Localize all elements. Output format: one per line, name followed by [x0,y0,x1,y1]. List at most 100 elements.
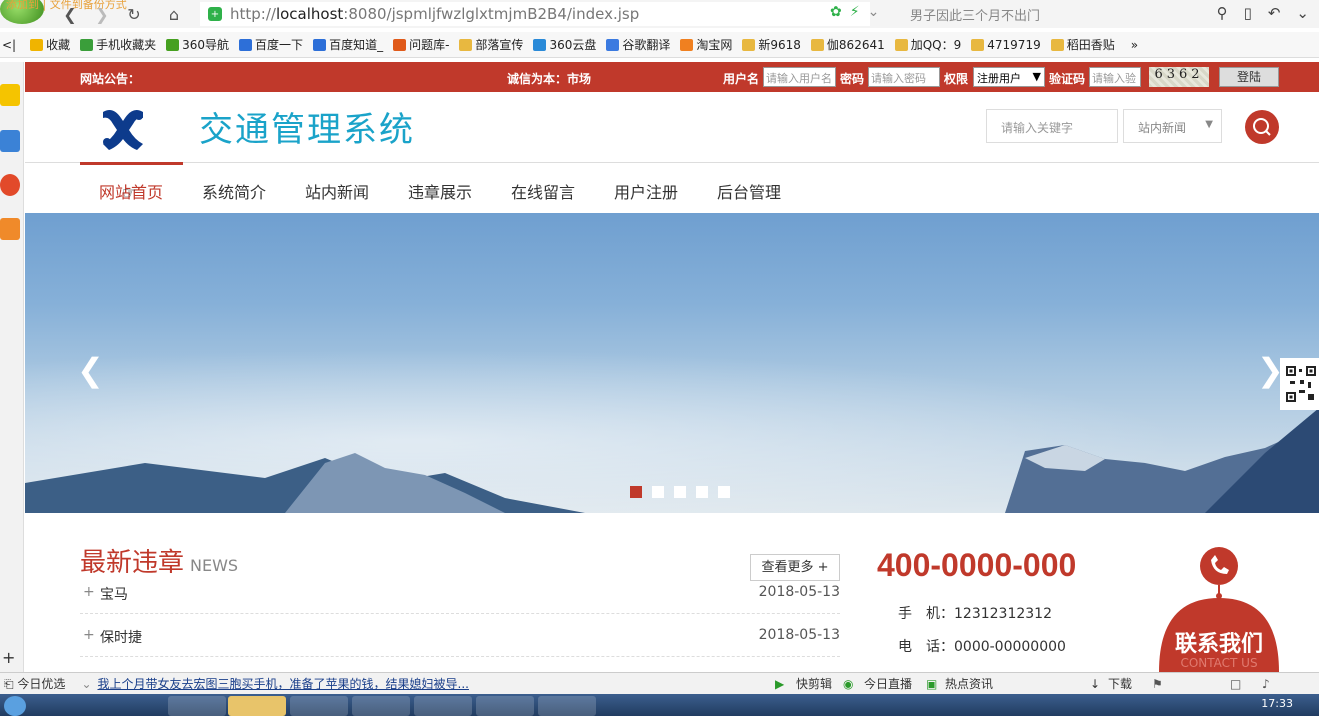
taskbar-app[interactable] [414,696,472,716]
banner-dot[interactable] [718,486,730,498]
web-page: 网站公告： 诚信为本：市场 用户名 请输入用户名 密码 请输入密码 权限 注册用… [25,62,1319,672]
status-item-download[interactable]: 下载 [1108,675,1132,692]
start-button[interactable] [4,696,26,716]
taskbar-app[interactable] [538,696,596,716]
login-button[interactable]: 登陆 [1219,67,1279,87]
refresh-icon[interactable]: ↻ [124,4,144,24]
site-header: 交通管理系统 请输入关键字 站内新闻 ▼ [25,92,1319,163]
video-edit-icon[interactable]: ▶ [775,677,784,691]
contact-us-badge[interactable]: 联系我们 CONTACT US [1159,546,1285,672]
star-icon[interactable] [0,84,20,106]
address-url[interactable]: http://localhost:8080/jspmljfwzlglxtmjmB… [230,5,639,23]
status-item-hot[interactable]: 热点资讯 [945,675,993,692]
nav-item-news[interactable]: 站内新闻 [305,163,369,213]
bookmark-item[interactable]: 淘宝网 [680,36,732,53]
lightning-icon[interactable]: ⚡ [850,4,860,20]
plus-icon: + [83,584,95,600]
banner-dot[interactable] [630,486,642,498]
list-item[interactable]: + 保时捷 2018-05-13 [80,617,840,657]
list-item-date: 2018-05-13 [758,627,840,643]
bookmarks-toggle-icon[interactable]: <| [2,38,16,52]
news-ticker[interactable]: 我上个月带女友去宏图三胞买手机，准备了苹果的钱，结果媳妇被导... [98,675,469,692]
bookmark-item[interactable]: 360云盘 [533,36,596,53]
search-scope-select[interactable]: 站内新闻 ▼ [1123,109,1222,143]
status-item-live[interactable]: 今日直播 [864,675,912,692]
bookmark-item[interactable]: 新9618 [742,36,801,53]
bookmark-item[interactable]: 收藏 [30,36,70,53]
keyword-search-input[interactable]: 请输入关键字 [986,109,1118,143]
contact-badge-title: 联系我们 [1174,632,1263,657]
bookmark-item[interactable]: 360导航 [166,36,229,53]
role-select[interactable]: 注册用户 ▼ [973,67,1045,87]
search-suggestion[interactable]: 男子因此三个月不出门 [910,5,1040,24]
nav-item-intro[interactable]: 系统简介 [202,163,266,213]
banner-dot[interactable] [696,486,708,498]
bookmark-item[interactable]: 百度一下 [239,36,303,53]
banner-dot[interactable] [674,486,686,498]
bookmark-item[interactable]: 加QQ：9 [894,36,961,53]
taskbar-app[interactable] [476,696,534,716]
nav-item-register[interactable]: 用户注册 [614,163,678,213]
plus-icon: + [83,627,95,643]
undo-icon[interactable]: ↶ [1268,4,1281,22]
bookmark-item[interactable]: 稻田香贴 [1050,36,1115,53]
phone-icon[interactable]: ▯ [1244,4,1252,22]
secure-shield-icon: + [208,7,222,21]
weibo-icon[interactable] [0,174,20,196]
back-icon[interactable]: ❮ [60,4,80,24]
chevron-down-icon[interactable]: ⌄ [81,677,91,691]
document-icon[interactable] [0,130,20,152]
volume-icon[interactable]: ♪ [1262,677,1270,691]
list-item-title[interactable]: 宝马 [100,584,128,604]
qr-code-tab[interactable] [1280,358,1319,410]
live-icon[interactable]: ◉ [843,677,853,691]
home-icon[interactable]: ⌂ [164,4,184,24]
clock: 17:33 [1261,697,1293,710]
nav-item-admin[interactable]: 后台管理 [717,163,781,213]
list-item-title[interactable]: 保时捷 [100,627,142,647]
dropdown-arrow-icon: ▼ [1205,119,1213,130]
bookmark-item[interactable]: 手机收藏夹 [80,36,156,53]
window-icon[interactable]: □ [1230,677,1241,691]
bookmark-icon [533,38,547,51]
bookmark-icon [239,38,253,51]
more-bookmarks-icon[interactable]: » [1131,38,1138,52]
download-icon[interactable]: ↓ [1090,677,1100,691]
search-icon[interactable]: ⚲ [1217,4,1228,22]
captcha-input[interactable]: 请输入验 [1089,67,1141,87]
search-button[interactable] [1245,110,1279,144]
status-item-edit[interactable]: 快剪辑 [796,675,832,692]
banner-dot[interactable] [652,486,664,498]
taskbar-app[interactable] [168,696,226,716]
username-input[interactable]: 请输入用户名 [763,67,836,87]
address-bar[interactable]: + http://localhost:8080/jspmljfwzlglxtmj… [200,2,870,26]
bookmark-item[interactable]: 伽862641 [810,36,885,53]
bookmark-icon [1050,38,1064,51]
taskbar-app[interactable] [290,696,348,716]
banner-prev-icon[interactable]: ❮ [77,351,104,389]
forward-icon[interactable]: ❯ [92,4,112,24]
recycle-icon[interactable]: ✿ [830,4,842,20]
bookmark-item[interactable]: 问题库- [393,36,449,53]
add-icon[interactable]: + [2,648,15,667]
mail-icon[interactable] [0,218,20,240]
hot-news-icon[interactable]: ▣ [926,677,937,691]
site-logo-icon[interactable] [99,104,147,152]
flag-icon[interactable]: ⚑ [1152,677,1163,691]
bookmark-item[interactable]: 谷歌翻译 [606,36,670,53]
bookmark-item[interactable]: 4719719 [971,36,1041,53]
bookmark-item[interactable]: 部落宣传 [459,36,523,53]
chevron-down-icon[interactable]: ⌄ [868,4,880,20]
list-item[interactable]: + 宝马 2018-05-13 [80,574,840,614]
today-picks[interactable]: ⎗ 今日优选 [4,675,65,692]
taskbar-app[interactable] [352,696,410,716]
nav-item-messages[interactable]: 在线留言 [511,163,575,213]
password-input[interactable]: 请输入密码 [868,67,940,87]
qr-code-icon [1286,366,1316,402]
captcha-image[interactable]: 6362 [1149,67,1209,87]
taskbar-app[interactable] [228,696,286,716]
bookmark-item[interactable]: 百度知道_ [313,36,383,53]
os-taskbar: 17:33 [0,694,1319,716]
menu-icon[interactable]: ⌄ [1296,4,1309,22]
nav-item-violations[interactable]: 违章展示 [408,163,472,213]
